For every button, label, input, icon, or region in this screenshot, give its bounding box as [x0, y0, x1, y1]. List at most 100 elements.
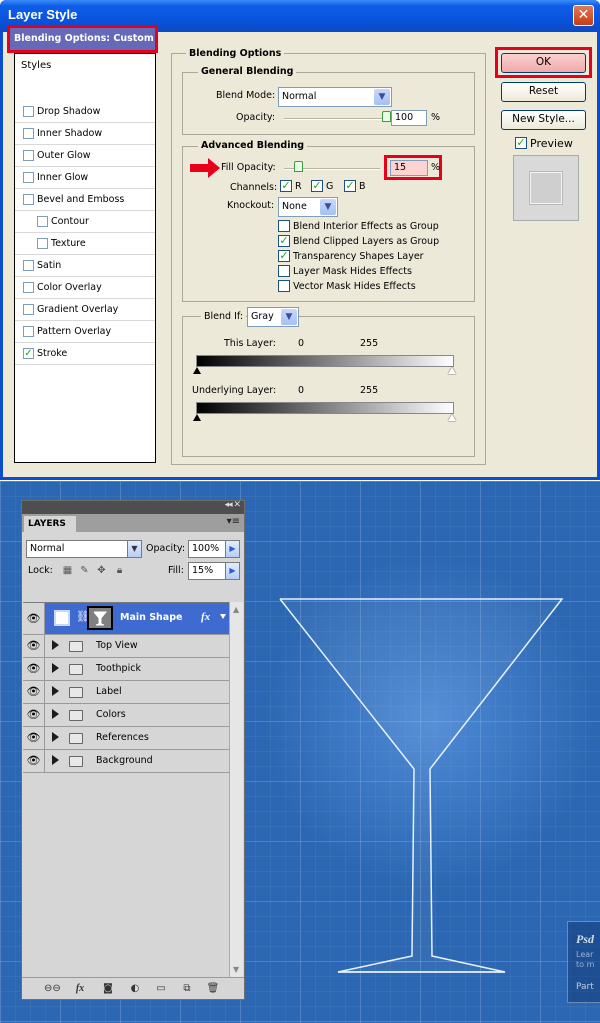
fx-icon[interactable]: fx	[201, 611, 210, 623]
style-item[interactable]: Color Overlay	[15, 277, 155, 299]
new-style-button[interactable]: New Style...	[501, 110, 586, 130]
layer-group-row[interactable]: 👁︎ Background	[23, 750, 229, 773]
checkbox[interactable]	[23, 260, 34, 271]
checkbox[interactable]	[23, 150, 34, 161]
expand-triangle-icon[interactable]	[52, 732, 59, 742]
underlying-white-slider[interactable]	[448, 414, 456, 421]
fill-opacity-field[interactable]: 15	[390, 160, 428, 176]
collapse-icon[interactable]: ◂◂ ✕	[225, 500, 241, 510]
knockout-dropdown[interactable]: None ▼	[278, 197, 338, 217]
chevron-down-icon: ▼	[374, 89, 390, 105]
new-group-icon[interactable]: ▭	[153, 982, 169, 995]
layer-fill-field[interactable]: 15% ▶	[188, 562, 240, 580]
style-item[interactable]: Inner Glow	[15, 167, 155, 189]
expand-triangle-icon[interactable]	[52, 663, 59, 673]
expand-triangle-icon[interactable]	[52, 686, 59, 696]
checkbox[interactable]	[23, 326, 34, 337]
panel-menu-icon[interactable]: ▾≡	[227, 516, 240, 527]
lock-all-icon[interactable]: 🔒︎	[114, 565, 125, 576]
style-item[interactable]: Inner Shadow	[15, 123, 155, 145]
close-button[interactable]: ✕	[573, 5, 594, 26]
style-item[interactable]: Gradient Overlay	[15, 299, 155, 321]
layers-scrollbar[interactable]: ▲ ▼	[229, 602, 243, 977]
scroll-down-icon[interactable]: ▼	[233, 965, 239, 974]
layer-group-name: Colors	[96, 709, 126, 720]
reset-button[interactable]: Reset	[501, 82, 586, 102]
checkbox[interactable]	[23, 172, 34, 183]
checkbox[interactable]: ✓	[23, 348, 34, 359]
checkbox[interactable]	[23, 282, 34, 293]
panel-title-bar[interactable]: ◂◂ ✕	[22, 500, 244, 514]
style-item[interactable]: ✓ Stroke	[15, 343, 155, 365]
layer-group-row[interactable]: 👁︎ Colors	[23, 704, 229, 727]
underlying-black-slider[interactable]	[193, 414, 201, 421]
expand-triangle-icon[interactable]	[52, 709, 59, 719]
layer-blend-mode-dropdown[interactable]: Normal ▼	[26, 540, 142, 558]
this-layer-black-slider[interactable]	[193, 367, 201, 374]
checkbox[interactable]: ✓	[278, 250, 290, 262]
checkbox[interactable]	[37, 238, 48, 249]
eye-icon[interactable]: 👁︎	[23, 727, 45, 749]
style-item-blending-options[interactable]: Blending Options: Custom	[7, 25, 158, 53]
checkbox[interactable]	[23, 128, 34, 139]
scroll-up-icon[interactable]: ▲	[233, 605, 239, 614]
underlying-layer-gradient[interactable]	[196, 402, 454, 414]
layer-group-row[interactable]: 👁︎ Toothpick	[23, 658, 229, 681]
checkbox[interactable]	[278, 265, 290, 277]
opacity-field[interactable]: 100	[391, 110, 427, 126]
layer-group-row[interactable]: 👁︎ Top View	[23, 635, 229, 658]
opacity-percent: %	[431, 112, 441, 123]
eye-icon[interactable]: 👁︎	[23, 750, 45, 772]
fill-opacity-slider-thumb[interactable]	[294, 161, 304, 172]
checkbox[interactable]	[278, 220, 290, 232]
blend-mode-dropdown[interactable]: Normal ▼	[278, 87, 392, 107]
style-item[interactable]: Bevel and Emboss	[15, 189, 155, 211]
expand-triangle-icon[interactable]	[52, 640, 59, 650]
folder-icon	[69, 687, 83, 698]
checkbox[interactable]	[37, 216, 48, 227]
checkbox[interactable]: ✓	[278, 235, 290, 247]
add-mask-icon[interactable]: ◙	[100, 982, 116, 995]
knockout-label: Knockout:	[227, 200, 275, 211]
new-layer-icon[interactable]: ⧉	[179, 982, 195, 995]
layer-group-row[interactable]: 👁︎ References	[23, 727, 229, 750]
eye-icon[interactable]: 👁︎	[23, 681, 45, 703]
style-item[interactable]: Satin	[15, 255, 155, 277]
style-item[interactable]: Pattern Overlay	[15, 321, 155, 343]
checkbox[interactable]	[278, 280, 290, 292]
style-item[interactable]: Texture	[15, 233, 155, 255]
eye-icon[interactable]: 👁︎	[23, 635, 45, 657]
add-style-icon[interactable]: fx	[72, 982, 88, 995]
lock-transparent-icon[interactable]: ▦	[62, 565, 73, 576]
style-item[interactable]: Contour	[15, 211, 155, 233]
eye-icon[interactable]: 👁︎	[23, 658, 45, 680]
eye-icon[interactable]: 👁︎	[23, 603, 45, 634]
expand-triangle-icon[interactable]	[52, 755, 59, 765]
checkbox[interactable]	[23, 106, 34, 117]
style-item[interactable]: Drop Shadow	[15, 101, 155, 123]
checkmark-icon: ✓	[311, 179, 323, 192]
styles-header[interactable]: Styles	[21, 60, 51, 71]
layer-group-row[interactable]: 👁︎ Label	[23, 681, 229, 704]
style-item[interactable]: Outer Glow	[15, 145, 155, 167]
blend-if-dropdown[interactable]: Gray ▼	[247, 307, 299, 327]
ok-button[interactable]: OK	[501, 53, 586, 73]
style-item-label: Pattern Overlay	[37, 326, 112, 337]
this-layer-gradient[interactable]	[196, 355, 454, 367]
styles-list: Styles Drop Shadow Inner Shadow Outer Glow…	[14, 53, 156, 463]
trash-icon[interactable]: 🗑︎	[205, 982, 221, 995]
opacity-slider-thumb[interactable]	[382, 111, 391, 122]
lock-image-icon[interactable]: ✎	[79, 565, 90, 576]
layer-opacity-field[interactable]: 100% ▶	[188, 540, 240, 558]
checkbox[interactable]	[23, 194, 34, 205]
adjustment-layer-icon[interactable]: ◐	[127, 982, 143, 995]
layers-tab[interactable]: LAYERS	[24, 516, 76, 532]
eye-icon[interactable]: 👁︎	[23, 704, 45, 726]
lock-position-icon[interactable]: ✥	[96, 565, 107, 576]
opacity-slider-track[interactable]	[284, 118, 388, 120]
expand-effects-icon[interactable]	[220, 614, 226, 619]
layer-row-main-shape[interactable]: 👁︎ ⛓︎ Main Shape fx	[23, 603, 229, 635]
link-layers-icon[interactable]: ⊖⊖	[44, 982, 61, 995]
checkbox[interactable]	[23, 304, 34, 315]
this-layer-white-slider[interactable]	[448, 367, 456, 374]
